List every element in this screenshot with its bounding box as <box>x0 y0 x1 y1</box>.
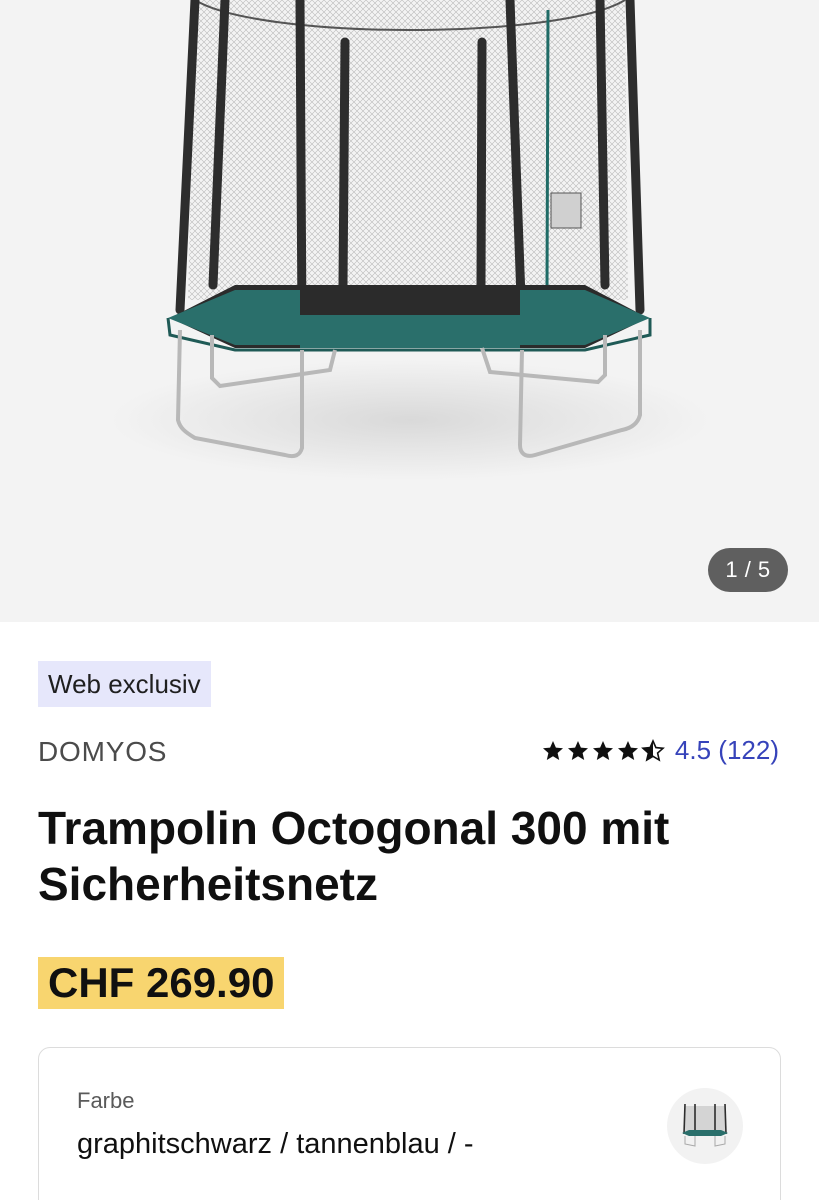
trampoline-image <box>110 0 710 480</box>
color-selector[interactable]: Farbe graphitschwarz / tannenblau / - <box>38 1047 781 1200</box>
star-full-icon <box>617 740 638 760</box>
brand-name[interactable]: DOMYOS <box>38 736 167 768</box>
product-title: Trampolin Octogonal 300 mit Sicherheitsn… <box>38 802 670 910</box>
selected-color: graphitschwarz / tannenblau / - <box>77 1128 474 1160</box>
product-image-gallery[interactable]: 1 / 5 <box>0 0 819 622</box>
star-full-icon <box>542 740 563 760</box>
web-exclusive-badge: Web exclusiv <box>38 661 211 707</box>
product-price: CHF 269.90 <box>38 957 285 1009</box>
star-full-icon <box>567 740 588 760</box>
rating-summary-link[interactable]: 4.5 (122) <box>675 735 779 766</box>
rating-stars <box>541 738 665 763</box>
trampoline-thumbnail-image <box>682 1103 728 1147</box>
star-full-icon <box>592 740 613 760</box>
product-rating[interactable]: 4.5 (122) <box>541 735 779 766</box>
image-counter: 1 / 5 <box>708 548 788 592</box>
color-thumbnail[interactable] <box>667 1088 743 1164</box>
color-label: Farbe <box>77 1088 135 1113</box>
star-half-icon <box>640 738 665 762</box>
